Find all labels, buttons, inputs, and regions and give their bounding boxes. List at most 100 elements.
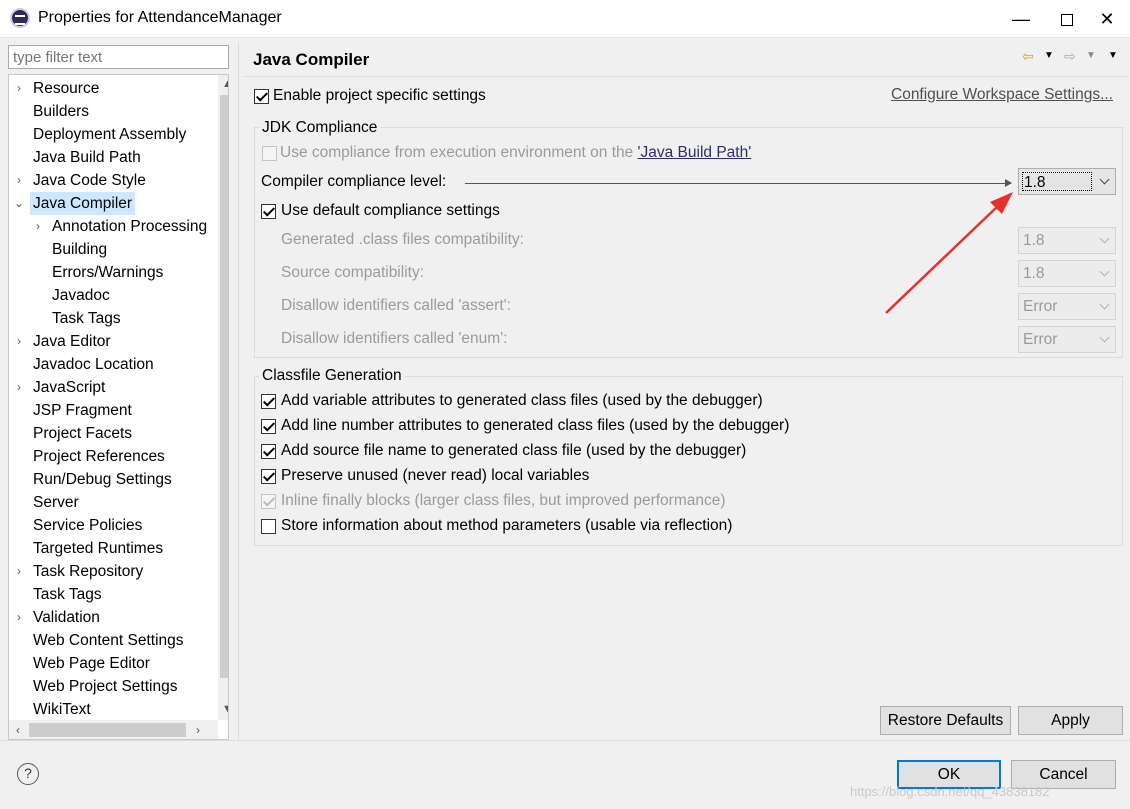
expand-chevron-icon[interactable]: ›	[13, 169, 25, 192]
restore-defaults-button[interactable]: Restore Defaults	[880, 706, 1011, 735]
disallow-assert-label: Disallow identifiers called 'assert':	[281, 297, 511, 314]
scroll-up-icon[interactable]: ▲	[218, 75, 228, 93]
tree-item[interactable]: Web Page Editor	[33, 652, 150, 675]
tree-item[interactable]: Builders	[33, 100, 89, 123]
configure-workspace-link[interactable]: Configure Workspace Settings...	[891, 86, 1113, 104]
scrollbar-thumb[interactable]	[29, 723, 186, 737]
preference-tree: › Resource Builders Deployment Assembly Java…	[8, 74, 229, 740]
tree-item[interactable]: Task Tags	[52, 307, 121, 330]
back-arrow-icon[interactable]: ⇦	[1022, 46, 1034, 66]
apply-button[interactable]: Apply	[1018, 706, 1123, 735]
title-bar: Properties for AttendanceManager — ✕	[0, 0, 1130, 38]
disallow-enum-label: Disallow identifiers called 'enum':	[281, 330, 508, 347]
classfile-option-checkbox[interactable]	[261, 519, 276, 534]
source-compat-value: 1.8	[1023, 265, 1045, 282]
tree-item[interactable]: Project Facets	[33, 422, 132, 445]
chevron-down-icon	[1098, 172, 1112, 191]
compliance-level-label: Compiler compliance level:	[261, 173, 447, 190]
filter-input[interactable]	[8, 45, 229, 69]
expand-chevron-icon[interactable]: ›	[13, 376, 25, 399]
tree-item[interactable]: Run/Debug Settings	[33, 468, 172, 491]
tree-item[interactable]: Task Repository	[33, 560, 143, 583]
expand-chevron-icon[interactable]: ›	[13, 77, 25, 100]
forward-menu-chevron-icon[interactable]: ▼	[1086, 46, 1096, 66]
tree-item[interactable]: JSP Fragment	[33, 399, 132, 422]
expand-chevron-icon[interactable]: ›	[13, 560, 25, 583]
tree-item[interactable]: Validation	[33, 606, 100, 629]
generated-compat-select: 1.8	[1018, 227, 1116, 254]
source-compat-select: 1.8	[1018, 260, 1116, 287]
use-default-compliance-label: Use default compliance settings	[281, 202, 500, 219]
tree-item[interactable]: Java Code Style	[33, 169, 146, 192]
disallow-enum-select: Error	[1018, 326, 1116, 353]
tree-item[interactable]: Service Policies	[33, 514, 142, 537]
tree-item[interactable]: WikiText	[33, 698, 91, 721]
disallow-enum-value: Error	[1023, 331, 1058, 348]
forward-arrow-icon[interactable]: ⇨	[1064, 46, 1076, 66]
scroll-right-icon[interactable]: ›	[189, 720, 207, 739]
back-menu-chevron-icon[interactable]: ▼	[1044, 46, 1054, 66]
disallow-assert-select: Error	[1018, 293, 1116, 320]
jdk-compliance-title: JDK Compliance	[259, 118, 381, 138]
tree-vertical-scrollbar[interactable]: ▲ ▼	[218, 75, 228, 720]
tree-item[interactable]: Java Editor	[33, 330, 111, 353]
pane-divider[interactable]	[238, 42, 239, 740]
java-build-path-link[interactable]: 'Java Build Path'	[638, 144, 752, 161]
enable-project-settings-checkbox[interactable]	[254, 89, 269, 104]
view-menu-icon[interactable]: ▼	[1108, 46, 1118, 66]
footer-separator	[0, 740, 1130, 741]
tree-item[interactable]: Task Tags	[33, 583, 102, 606]
classfile-option-label: Add variable attributes to generated cla…	[281, 392, 763, 409]
help-icon[interactable]: ?	[17, 763, 39, 785]
minimize-button[interactable]: —	[998, 0, 1044, 38]
page-title: Java Compiler	[253, 50, 370, 69]
close-icon: ✕	[1099, 9, 1115, 29]
classfile-option-checkbox[interactable]	[261, 469, 276, 484]
compliance-leader-line	[465, 179, 1012, 187]
title-separator	[243, 76, 1128, 77]
compliance-level-select[interactable]: 1.8	[1018, 168, 1116, 195]
classfile-option-checkbox	[261, 494, 276, 509]
tree-item[interactable]: Javadoc	[52, 284, 110, 307]
tree-item[interactable]: Javadoc Location	[33, 353, 154, 376]
scroll-left-icon[interactable]: ‹	[9, 720, 27, 739]
tree-item[interactable]: Resource	[33, 77, 99, 100]
expand-chevron-icon[interactable]: ›	[32, 215, 44, 238]
compliance-level-value: 1.8	[1022, 172, 1092, 191]
expand-chevron-icon[interactable]: ›	[13, 606, 25, 629]
classfile-option-checkbox[interactable]	[261, 444, 276, 459]
tree-item[interactable]: Project References	[33, 445, 165, 468]
window-title: Properties for AttendanceManager	[38, 9, 282, 26]
watermark-text: https://blog.csdn.net/qq_43838182	[850, 784, 1050, 799]
close-button[interactable]: ✕	[1084, 0, 1130, 38]
use-ee-compliance-checkbox[interactable]	[262, 146, 277, 161]
tree-item[interactable]: Annotation Processing	[52, 215, 207, 238]
tree-item[interactable]: Java Compiler	[30, 192, 136, 215]
tree-item[interactable]: Building	[52, 238, 107, 261]
eclipse-app-icon	[10, 8, 30, 28]
tree-item[interactable]: Errors/Warnings	[52, 261, 163, 284]
classfile-option-checkbox[interactable]	[261, 419, 276, 434]
tree-item[interactable]: Web Content Settings	[33, 629, 184, 652]
maximize-icon	[1061, 14, 1073, 27]
classfile-option-checkbox[interactable]	[261, 394, 276, 409]
scroll-down-icon[interactable]: ▼	[218, 700, 228, 718]
classfile-option-label: Add source file name to generated class …	[281, 442, 747, 459]
minimize-icon: —	[1012, 9, 1030, 29]
tree-item[interactable]: Java Build Path	[33, 146, 141, 169]
tree-item[interactable]: Web Project Settings	[33, 675, 177, 698]
collapse-chevron-icon[interactable]: ⌄	[13, 192, 25, 215]
generated-compat-label: Generated .class files compatibility:	[281, 231, 524, 248]
tree-item[interactable]: Targeted Runtimes	[33, 537, 163, 560]
use-default-compliance-checkbox[interactable]	[261, 204, 276, 219]
tree-item[interactable]: JavaScript	[33, 376, 105, 399]
scrollbar-thumb[interactable]	[220, 95, 228, 678]
expand-chevron-icon[interactable]: ›	[13, 330, 25, 353]
tree-item[interactable]: Server	[33, 491, 79, 514]
chevron-down-icon	[1098, 231, 1112, 250]
chevron-down-icon	[1098, 330, 1112, 349]
tree-item[interactable]: Deployment Assembly	[33, 123, 186, 146]
tree-horizontal-scrollbar[interactable]: ‹ ›	[9, 720, 218, 739]
classfile-generation-title: Classfile Generation	[259, 366, 405, 386]
chevron-down-icon	[1098, 297, 1112, 316]
